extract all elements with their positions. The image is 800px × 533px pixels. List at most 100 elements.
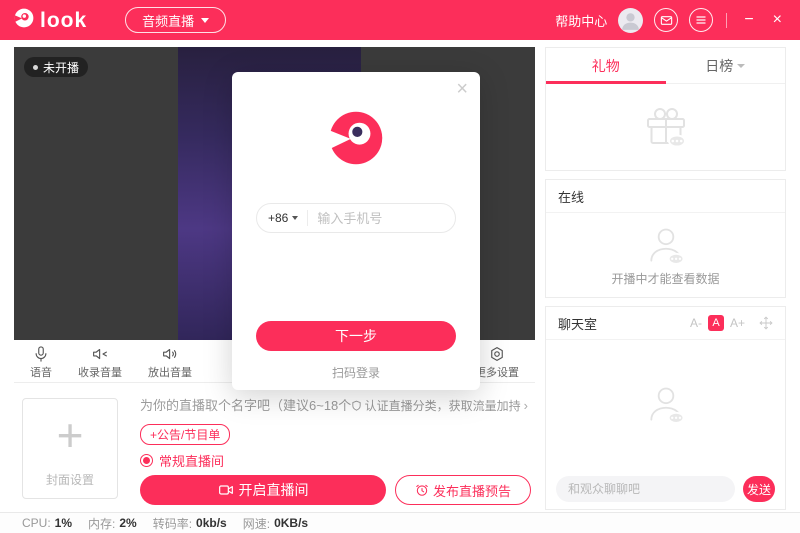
move-icon: [759, 316, 773, 330]
sidebar-tabs: 礼物 日榜: [546, 48, 785, 84]
font-increase-button[interactable]: A+: [730, 316, 745, 330]
divider: [307, 210, 308, 226]
online-header: 在线: [546, 180, 785, 213]
app-window: look 音频直播 帮助中心: [0, 0, 800, 533]
memory-value: 2%: [119, 516, 136, 530]
status-badge: 未开播: [24, 57, 88, 77]
record-volume-button[interactable]: 收录音量: [78, 345, 122, 380]
person-icon: [644, 383, 688, 427]
room-type-radio[interactable]: 常规直播间: [140, 451, 224, 470]
start-stream-button[interactable]: 开启直播间: [140, 475, 386, 505]
title-row: 认证直播分类，获取流量加持 ›: [140, 397, 528, 414]
top-bar-actions: 帮助中心 − ×: [555, 8, 786, 33]
stream-mode-label: 音频直播: [142, 11, 194, 30]
font-current-button[interactable]: A: [708, 315, 724, 331]
cpu-label: CPU:: [22, 516, 51, 530]
microphone-icon: [32, 345, 50, 363]
mail-icon: [660, 14, 673, 27]
divider: [726, 13, 727, 28]
login-modal: × +86 下一步 扫码登录: [232, 72, 480, 390]
tab-daily-rank-label: 日榜: [705, 56, 733, 76]
memory-stat: 内存: 2%: [88, 515, 137, 532]
menu-button[interactable]: [689, 8, 713, 32]
online-empty-state: 开播中才能查看数据: [546, 213, 785, 297]
online-empty-text: 开播中才能查看数据: [611, 270, 719, 287]
memory-label: 内存:: [88, 515, 115, 532]
next-step-button[interactable]: 下一步: [256, 321, 456, 351]
more-settings-label: 更多设置: [475, 364, 519, 380]
status-badge-label: 未开播: [43, 59, 79, 76]
cover-upload-box[interactable]: + 封面设置: [22, 398, 118, 499]
online-card: 在线 开播中才能查看数据: [545, 179, 786, 298]
online-title: 在线: [558, 187, 584, 206]
minimize-button[interactable]: −: [740, 10, 757, 30]
notice-program-tag[interactable]: +公告/节目单: [140, 424, 230, 445]
chevron-right-icon: ›: [524, 398, 528, 413]
chat-message-input[interactable]: [556, 476, 735, 502]
speaker-in-icon: [91, 345, 109, 363]
look-logo-icon: [328, 110, 384, 171]
network-label: 网速:: [243, 515, 270, 532]
more-settings-button[interactable]: 更多设置: [475, 345, 519, 380]
chat-input-row: 发送: [546, 469, 785, 509]
schedule-stream-button[interactable]: 发布直播预告: [395, 475, 531, 505]
category-certify-link[interactable]: 认证直播分类，获取流量加持 ›: [351, 397, 528, 414]
cpu-value: 1%: [55, 516, 72, 530]
cpu-stat: CPU: 1%: [22, 516, 72, 530]
qr-login-link[interactable]: 扫码登录: [232, 364, 480, 381]
action-buttons-row: 开启直播间 发布直播预告: [140, 475, 531, 505]
tab-daily-rank[interactable]: 日榜: [666, 48, 786, 83]
chat-card: 聊天室 A- A A+: [545, 306, 786, 510]
gift-icon: [642, 103, 690, 151]
plus-icon: +: [57, 399, 84, 471]
top-bar: look 音频直播 帮助中心: [0, 0, 800, 40]
speaker-out-icon: [161, 345, 179, 363]
voice-label: 语音: [30, 364, 52, 380]
network-stat: 网速: 0KB/s: [243, 515, 308, 532]
person-icon: [644, 224, 688, 268]
gifts-card: 礼物 日榜: [545, 47, 786, 171]
radio-selected-icon: [140, 454, 153, 467]
font-decrease-button[interactable]: A-: [690, 316, 702, 330]
cover-label: 封面设置: [46, 471, 94, 488]
messages-button[interactable]: [654, 8, 678, 32]
output-volume-label: 放出音量: [148, 364, 192, 380]
send-message-button[interactable]: 发送: [743, 476, 775, 502]
output-volume-button[interactable]: 放出音量: [148, 345, 192, 380]
chevron-down-icon: [292, 216, 298, 220]
category-certify-label: 认证直播分类，获取流量加持: [365, 397, 521, 414]
chat-empty-state: [546, 340, 785, 469]
status-bar: CPU: 1% 内存: 2% 转码率: 0kb/s 网速: 0KB/s: [0, 512, 800, 533]
schedule-stream-label: 发布直播预告: [433, 481, 511, 500]
start-stream-label: 开启直播间: [239, 480, 309, 500]
stream-title-input[interactable]: [140, 398, 351, 413]
chevron-down-icon: [201, 18, 209, 23]
chat-header: 聊天室 A- A A+: [546, 307, 785, 340]
user-avatar[interactable]: [618, 8, 643, 33]
status-dot-icon: [33, 65, 38, 70]
help-center-link[interactable]: 帮助中心: [555, 11, 607, 30]
logo-text: look: [40, 10, 87, 31]
phone-input-group: +86: [256, 203, 456, 233]
chat-font-controls: A- A A+: [690, 315, 773, 331]
country-code-label: +86: [268, 211, 288, 225]
chat-title: 聊天室: [558, 314, 597, 333]
stream-setup-panel: + 封面设置 认证直播分类，获取流量加持 › +公告/节目单 常规直播间: [14, 391, 535, 510]
voice-button[interactable]: 语音: [30, 345, 52, 380]
bitrate-value: 0kb/s: [196, 516, 227, 530]
chevron-down-icon: [737, 64, 745, 68]
modal-close-icon[interactable]: ×: [456, 78, 468, 101]
network-value: 0KB/s: [274, 516, 308, 530]
stream-mode-dropdown[interactable]: 音频直播: [125, 7, 226, 33]
tab-gifts[interactable]: 礼物: [546, 48, 666, 83]
close-button[interactable]: ×: [769, 10, 786, 30]
phone-number-input[interactable]: [317, 211, 444, 226]
hamburger-menu-icon: [695, 14, 707, 26]
camera-icon: [218, 482, 234, 498]
gifts-empty-state: [546, 84, 785, 170]
tab-gifts-label: 礼物: [592, 56, 620, 76]
move-handle[interactable]: [759, 316, 773, 330]
app-logo: look: [14, 8, 87, 33]
alarm-clock-icon: [415, 483, 429, 497]
country-code-dropdown[interactable]: +86: [268, 211, 298, 225]
